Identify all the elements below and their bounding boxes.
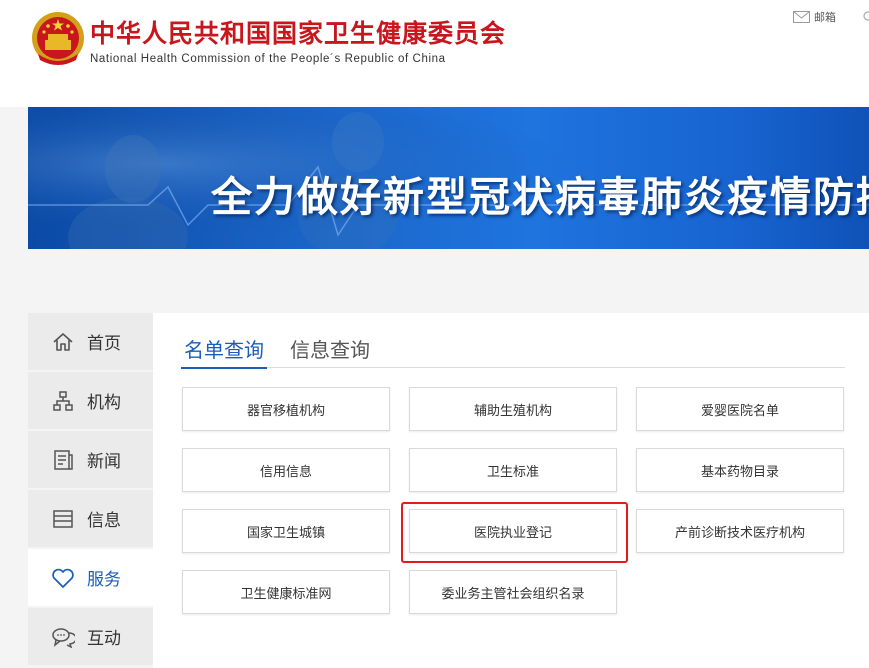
document-icon bbox=[51, 448, 75, 472]
mailbox-link[interactable]: 邮箱 bbox=[793, 9, 836, 25]
national-emblem-icon[interactable] bbox=[30, 10, 86, 70]
sidebar-item-label: 机构 bbox=[87, 393, 121, 413]
sidebar-item-home[interactable]: 首页 bbox=[28, 313, 153, 370]
baby-friendly-hospital-button[interactable]: 爱婴医院名单 bbox=[636, 387, 844, 431]
sidebar-item-label: 信息 bbox=[87, 511, 121, 531]
site-title-en: National Health Commission of the People… bbox=[90, 53, 446, 65]
sidebar-item-info[interactable]: 信息 bbox=[28, 490, 153, 547]
social-organizations-button[interactable]: 委业务主管社会组织名录 bbox=[409, 570, 617, 614]
mailbox-label: 邮箱 bbox=[814, 11, 836, 24]
org-chart-icon bbox=[51, 389, 75, 413]
banner-headline: 全力做好新型冠状病毒肺炎疫情防控 bbox=[211, 173, 869, 221]
hospital-registration-button[interactable]: 医院执业登记 bbox=[409, 509, 617, 553]
mail-icon bbox=[793, 11, 810, 23]
query-tabs: 名单查询 信息查询 bbox=[181, 336, 845, 369]
home-icon bbox=[51, 330, 75, 354]
weibo-icon[interactable] bbox=[862, 9, 869, 21]
essential-drugs-button[interactable]: 基本药物目录 bbox=[636, 448, 844, 492]
sidebar-item-label: 服务 bbox=[87, 570, 121, 590]
tab-list-query[interactable]: 名单查询 bbox=[181, 336, 267, 369]
sidebar-item-interaction[interactable]: 互动 bbox=[28, 608, 153, 665]
sidebar-item-label: 互动 bbox=[87, 629, 121, 649]
sidebar-nav: 首页 机构 新闻 信息 服务 互动 bbox=[28, 313, 153, 667]
banner[interactable]: 全力做好新型冠状病毒肺炎疫情防控 bbox=[28, 107, 869, 249]
health-standards-button[interactable]: 卫生标准 bbox=[409, 448, 617, 492]
sidebar-item-organization[interactable]: 机构 bbox=[28, 372, 153, 429]
sidebar-item-service[interactable]: 服务 bbox=[28, 549, 153, 606]
sidebar-item-label: 首页 bbox=[87, 334, 121, 354]
sidebar-item-news[interactable]: 新闻 bbox=[28, 431, 153, 488]
organ-transplant-button[interactable]: 器官移植机构 bbox=[182, 387, 390, 431]
sidebar-item-label: 新闻 bbox=[87, 452, 121, 472]
tab-info-query[interactable]: 信息查询 bbox=[287, 336, 373, 368]
prenatal-diagnosis-button[interactable]: 产前诊断技术医疗机构 bbox=[636, 509, 844, 553]
chat-icon bbox=[51, 625, 75, 649]
site-title-cn[interactable]: 中华人民共和国国家卫生健康委员会 bbox=[90, 14, 506, 50]
health-standards-network-button[interactable]: 卫生健康标准网 bbox=[182, 570, 390, 614]
credit-info-button[interactable]: 信用信息 bbox=[182, 448, 390, 492]
site-header: 中华人民共和国国家卫生健康委员会 National Health Commiss… bbox=[0, 0, 869, 107]
assisted-reproduction-button[interactable]: 辅助生殖机构 bbox=[409, 387, 617, 431]
heart-icon bbox=[51, 566, 75, 590]
sanitary-towns-button[interactable]: 国家卫生城镇 bbox=[182, 509, 390, 553]
list-icon bbox=[51, 507, 75, 531]
